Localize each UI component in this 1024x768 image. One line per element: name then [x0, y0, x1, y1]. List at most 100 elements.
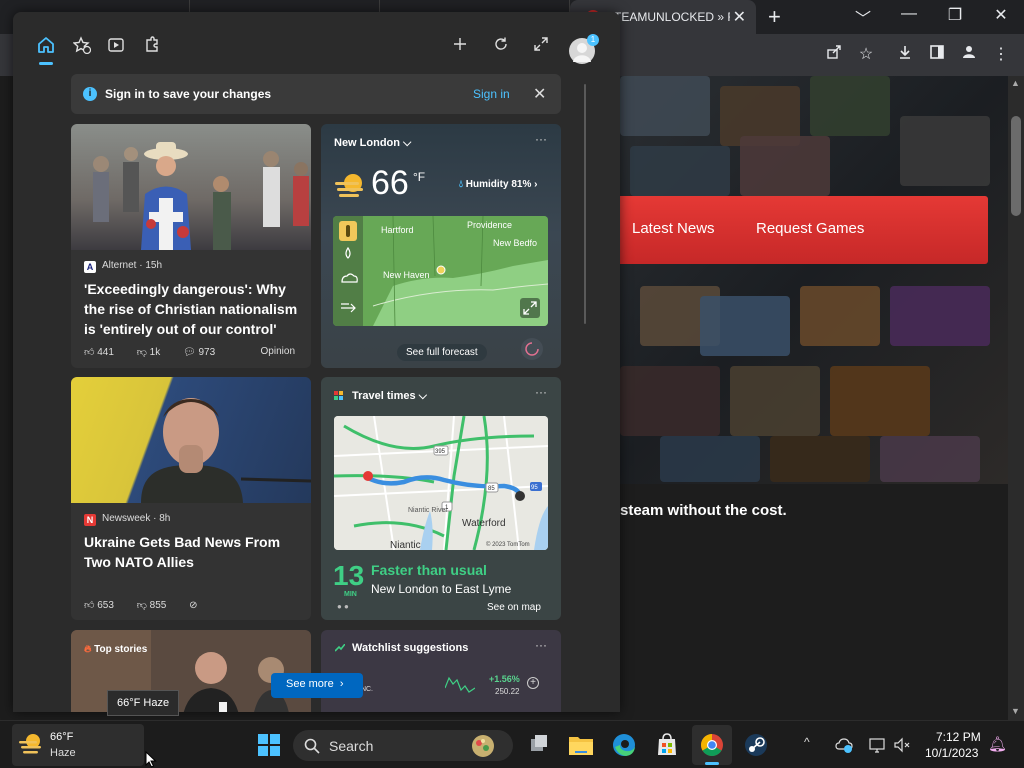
more-options-icon[interactable]: ··· [535, 132, 547, 146]
widgets-scrollbar[interactable] [584, 84, 586, 324]
weather-card[interactable]: New London ⌵ ··· 66 °F 💧︎ Humidity 81% ›… [321, 124, 561, 368]
start-icon[interactable] [249, 725, 289, 765]
page-scrollbar[interactable]: ▲ ▼ [1008, 76, 1024, 720]
scroll-down-icon[interactable]: ▼ [1011, 706, 1020, 716]
svg-text:85: 85 [488, 486, 495, 492]
more-options-icon[interactable]: ··· [535, 638, 547, 652]
nav-request-games[interactable]: Request Games [756, 220, 864, 237]
tab-close-icon[interactable]: ✕ [733, 7, 746, 27]
weather-radar-icon[interactable] [521, 338, 543, 360]
file-explorer-icon[interactable] [561, 725, 601, 765]
scroll-thumb[interactable] [1011, 116, 1021, 216]
stock-change: +1.56% [489, 674, 520, 684]
news-actions: 👍︎ 653 👎︎ 855 ⊘ [84, 599, 208, 611]
share-icon[interactable] [823, 44, 845, 66]
add-to-watchlist-button[interactable]: + [527, 677, 539, 689]
weather-location[interactable]: New London ⌵ [334, 137, 411, 150]
profile-icon[interactable] [958, 44, 980, 66]
map-label-waterford: Waterford [462, 518, 506, 529]
search-highlight-icon [472, 735, 494, 757]
see-more-button[interactable]: See more › [271, 673, 363, 698]
map-label-new-haven: New Haven [383, 270, 430, 280]
minimize-button[interactable]: — [894, 5, 924, 23]
video-icon[interactable] [106, 36, 126, 56]
carousel-dots[interactable]: ● ● [337, 602, 349, 611]
download-icon[interactable] [894, 44, 916, 66]
volume-muted-icon[interactable] [893, 736, 911, 754]
svg-text:395: 395 [435, 449, 446, 455]
cloud-sync-icon[interactable] [835, 736, 853, 754]
news-card[interactable]: N Newsweek · 8h Ukraine Gets Bad News Fro… [71, 377, 311, 620]
more-options-icon[interactable]: ··· [535, 385, 547, 399]
hide-story-icon[interactable]: ⊘ [189, 600, 197, 611]
news-image [71, 377, 311, 503]
droplet-icon: 💧︎ [459, 179, 463, 190]
see-full-forecast-button[interactable]: See full forecast [397, 344, 487, 361]
taskbar-weather-widget[interactable]: 66°F Haze [12, 724, 144, 766]
nav-latest-news[interactable]: Latest News [632, 220, 715, 237]
add-widget-icon[interactable] [450, 36, 470, 56]
like-button[interactable]: 👍︎ 441 [84, 347, 124, 358]
signin-banner: i Sign in to save your changes Sign in ✕ [71, 74, 561, 114]
expand-icon[interactable] [531, 36, 551, 56]
taskbar-search[interactable]: Search [293, 730, 513, 761]
widgets-header: 1 [13, 12, 620, 72]
puzzle-icon[interactable] [142, 36, 162, 56]
display-icon[interactable] [868, 736, 886, 754]
info-icon: i [83, 87, 97, 101]
news-headline[interactable]: 'Exceedingly dangerous': Why the rise of… [84, 279, 300, 339]
clock-time[interactable]: 7:12 PM [936, 730, 981, 744]
bookmark-star-icon[interactable]: ☆ [855, 44, 877, 66]
side-panel-icon[interactable] [926, 44, 948, 66]
map-label-hartford: Hartford [381, 225, 414, 235]
top-stories-label: 🔥︎ Top stories [84, 644, 148, 655]
restore-button[interactable]: ❐ [940, 5, 970, 25]
signin-link[interactable]: Sign in [473, 87, 510, 101]
home-icon[interactable] [36, 36, 56, 56]
weather-map[interactable]: Hartford Providence New Bedfo New Haven [333, 216, 548, 326]
close-window-button[interactable]: ✕ [986, 5, 1016, 25]
task-view-icon[interactable] [519, 725, 559, 765]
map-label-niantic-river: Niantic River [408, 507, 448, 514]
comment-button[interactable]: 💬︎ 973 [183, 347, 225, 358]
store-icon[interactable] [647, 725, 687, 765]
chrome-icon[interactable] [692, 725, 732, 765]
expand-map-icon[interactable] [520, 298, 540, 318]
news-actions: 👍︎ 441 👎︎ 1k 💬︎ 973 [84, 346, 235, 358]
see-on-map-link[interactable]: See on map [487, 602, 541, 613]
edge-icon[interactable] [604, 725, 644, 765]
star-add-icon[interactable] [72, 36, 92, 56]
travel-times-title[interactable]: Travel times ⌵ [352, 390, 427, 403]
chevron-up-icon[interactable]: ^ [804, 735, 810, 749]
travel-times-card[interactable]: Travel times ⌵ ··· 395 85 95 1 Niantic R… [321, 377, 561, 620]
haze-icon [335, 174, 363, 197]
source-logo: N [84, 514, 96, 526]
news-image [71, 124, 311, 250]
clock-date[interactable]: 10/1/2023 [925, 746, 978, 760]
new-tab-button[interactable]: + [768, 4, 781, 30]
tab-search-icon[interactable]: ﹀ [848, 5, 878, 29]
weather-tooltip: 66°F Haze [107, 690, 180, 716]
search-icon [304, 738, 320, 754]
news-card[interactable]: A Alternet · 15h 'Exceedingly dangerous':… [71, 124, 311, 368]
steam-icon[interactable] [736, 725, 776, 765]
scroll-up-icon[interactable]: ▲ [1011, 78, 1020, 88]
notification-bell-icon[interactable]: 🔔︎ [988, 735, 1007, 753]
news-headline[interactable]: Ukraine Gets Bad News From Two NATO Alli… [84, 532, 300, 572]
map-label-providence: Providence [467, 220, 512, 230]
close-icon[interactable]: ✕ [533, 84, 546, 104]
dislike-button[interactable]: 👎︎ 1k [137, 347, 171, 358]
weather-unit: °F [413, 170, 426, 184]
travel-route: New London to East Lyme [371, 582, 512, 596]
dislike-button[interactable]: 👎︎ 855 [137, 600, 177, 611]
refresh-icon[interactable] [491, 36, 511, 56]
watchlist-card[interactable]: Watchlist suggestions ··· INC. +1.56% 25… [321, 630, 561, 712]
map-label-niantic: Niantic [390, 540, 421, 550]
news-source: N Newsweek · 8h [84, 513, 170, 526]
traffic-map[interactable]: 395 85 95 1 Niantic River Waterford Nian… [334, 416, 548, 550]
menu-icon[interactable]: ⋮ [990, 44, 1012, 66]
stock-price: 250.22 [495, 687, 520, 696]
humidity-readout: 💧︎ Humidity 81% › [459, 179, 538, 190]
like-button[interactable]: 👍︎ 653 [84, 600, 124, 611]
site-nav-bar: Latest News Request Games [616, 196, 988, 264]
